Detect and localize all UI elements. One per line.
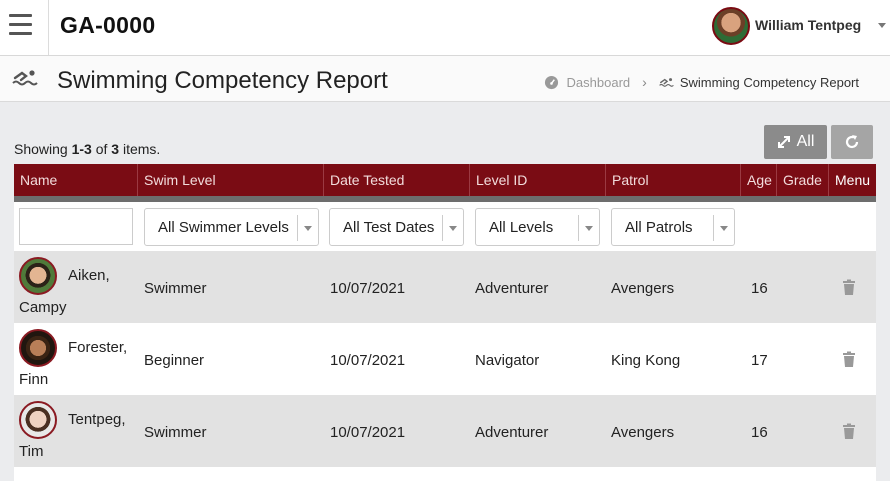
hamburger-icon: [9, 32, 32, 35]
column-name[interactable]: Name: [14, 164, 138, 196]
user-name: William Tentpeg: [755, 17, 862, 33]
summary-range: 1-3: [71, 141, 92, 157]
column-age[interactable]: Age: [741, 164, 777, 196]
breadcrumb: Dashboard › Swimming Competency Report: [544, 74, 859, 90]
summary-middle: of: [91, 141, 112, 157]
student-last-name: Forester,: [68, 339, 128, 356]
date-tested-filter-value: All Test Dates: [343, 219, 435, 236]
patrol-filter-value: All Patrols: [625, 219, 693, 236]
refresh-icon: [845, 135, 859, 149]
patrol-cell: King Kong: [611, 352, 681, 369]
filter-row: All Swimmer Levels All Test Dates All Le…: [14, 202, 876, 251]
column-date-tested[interactable]: Date Tested: [324, 164, 470, 196]
avatar: [19, 401, 57, 439]
level-id-cell: Adventurer: [475, 424, 549, 441]
table-row-partial: [14, 467, 876, 481]
trash-icon[interactable]: [841, 279, 857, 295]
swim-level-cell: Swimmer: [144, 424, 207, 441]
patrol-filter[interactable]: All Patrols: [611, 208, 735, 246]
table-row[interactable]: Forester, Finn Beginner 10/07/2021 Navig…: [14, 323, 876, 395]
age-cell: 17: [751, 352, 768, 369]
swimmer-icon: [658, 77, 674, 87]
column-level-id[interactable]: Level ID: [470, 164, 606, 196]
trash-icon[interactable]: [841, 423, 857, 439]
breadcrumb-current: Swimming Competency Report: [679, 74, 859, 90]
date-tested-cell: 10/07/2021: [330, 424, 406, 441]
hamburger-icon: [9, 14, 32, 17]
age-cell: 16: [751, 280, 768, 297]
patrol-cell: Avengers: [611, 280, 675, 297]
report-table: Name Swim Level Date Tested Level ID Pat…: [14, 164, 876, 481]
level-id-cell: Adventurer: [475, 280, 549, 297]
column-grade[interactable]: Grade: [777, 164, 829, 196]
swim-level-cell: Beginner: [144, 352, 205, 369]
student-last-name: Tentpeg,: [68, 411, 126, 428]
refresh-button[interactable]: [831, 125, 873, 159]
table-header: Name Swim Level Date Tested Level ID Pat…: [14, 164, 876, 202]
page-title: Swimming Competency Report: [57, 67, 388, 94]
chevron-down-icon: [713, 215, 734, 241]
dashboard-icon: [544, 75, 558, 89]
swim-level-cell: Swimmer: [144, 280, 207, 297]
breadcrumb-separator: ›: [642, 74, 647, 90]
chevron-down-icon: [297, 215, 318, 241]
summary-suffix: items.: [119, 141, 161, 157]
chevron-down-icon: [442, 215, 463, 241]
avatar: [19, 257, 57, 295]
student-last-name: Aiken,: [68, 267, 110, 284]
items-summary: Showing 1-3 of 3 items.: [14, 141, 160, 157]
column-patrol[interactable]: Patrol: [606, 164, 741, 196]
age-cell: 16: [751, 424, 768, 441]
expand-icon: [777, 136, 790, 148]
level-id-filter-value: All Levels: [489, 219, 554, 236]
chevron-down-icon: [578, 215, 599, 241]
column-swim-level[interactable]: Swim Level: [138, 164, 324, 196]
swimmer-icon: [12, 70, 38, 86]
show-all-button[interactable]: All: [764, 125, 827, 159]
name-filter-input[interactable]: [19, 208, 133, 245]
trash-icon[interactable]: [841, 351, 857, 367]
app-title: GA-0000: [60, 12, 156, 38]
table-row[interactable]: Tentpeg, Tim Swimmer 10/07/2021 Adventur…: [14, 395, 876, 467]
top-bar: GA-0000 William Tentpeg: [0, 0, 890, 56]
patrol-cell: Avengers: [611, 424, 675, 441]
chevron-down-icon: [878, 23, 886, 28]
avatar: [712, 7, 750, 45]
swim-level-filter[interactable]: All Swimmer Levels: [144, 208, 319, 246]
student-first-name: Tim: [19, 443, 44, 460]
column-menu: Menu: [835, 172, 871, 188]
hamburger-menu-button[interactable]: [0, 0, 49, 55]
page-header: Swimming Competency Report Dashboard › S…: [0, 56, 890, 102]
hamburger-icon: [9, 23, 32, 26]
user-menu[interactable]: William Tentpeg: [712, 6, 890, 46]
level-id-filter[interactable]: All Levels: [475, 208, 600, 246]
level-id-cell: Navigator: [475, 352, 540, 369]
date-tested-filter[interactable]: All Test Dates: [329, 208, 464, 246]
breadcrumb-dashboard-link[interactable]: Dashboard: [567, 75, 631, 90]
date-tested-cell: 10/07/2021: [330, 352, 406, 369]
show-all-label: All: [796, 133, 815, 150]
student-first-name: Campy: [19, 299, 67, 316]
swim-level-filter-value: All Swimmer Levels: [158, 219, 289, 236]
table-row[interactable]: Aiken, Campy Swimmer 10/07/2021 Adventur…: [14, 251, 876, 323]
summary-prefix: Showing: [14, 141, 72, 157]
summary-total: 3: [111, 141, 120, 157]
avatar: [19, 329, 57, 367]
student-first-name: Finn: [19, 371, 49, 388]
date-tested-cell: 10/07/2021: [330, 280, 406, 297]
